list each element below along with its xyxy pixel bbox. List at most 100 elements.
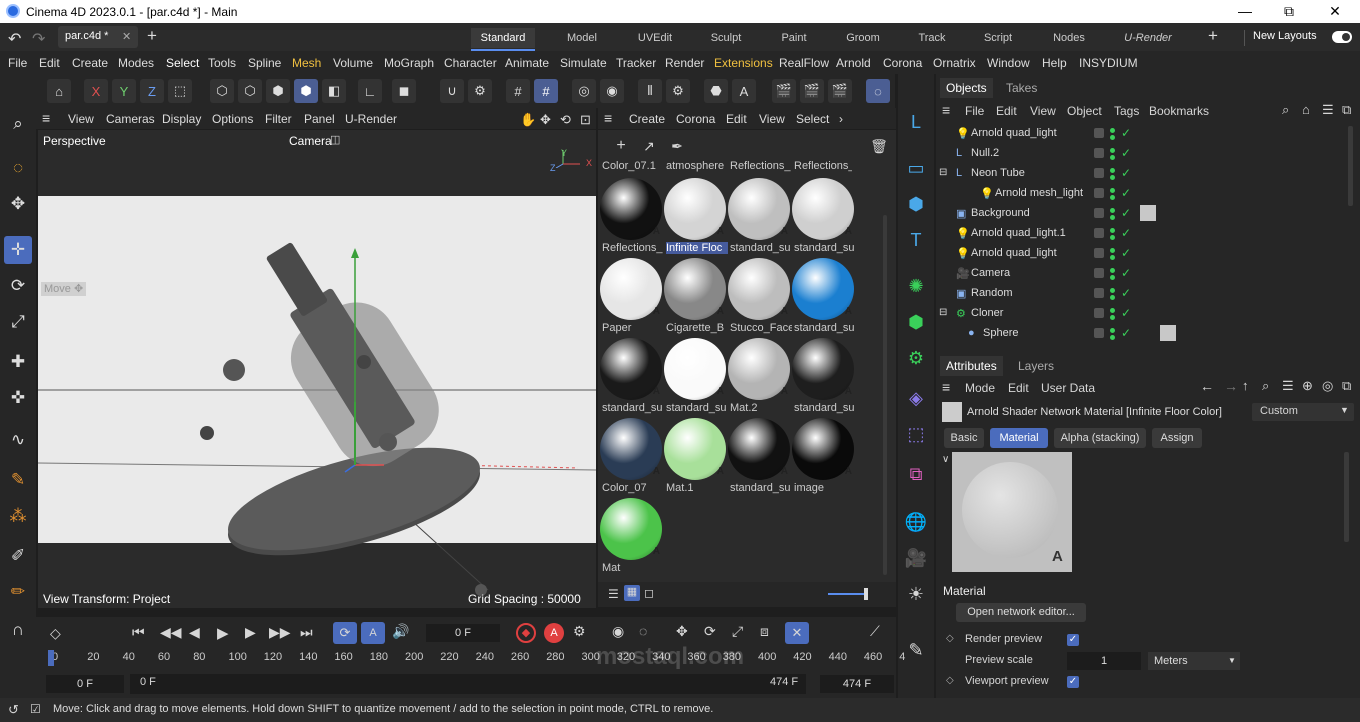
visibility-dots[interactable] — [1110, 128, 1116, 140]
home-icon[interactable]: ⌂ — [47, 79, 71, 103]
viewport-preview-checkbox[interactable]: ✓ — [1067, 676, 1079, 688]
material-swatch[interactable]: A Mat.1 — [664, 418, 726, 496]
render-icon[interactable]: ◉ — [600, 79, 624, 103]
environment-icon[interactable]: 🌐 — [902, 508, 930, 536]
move-tool-icon[interactable]: ✛ — [4, 236, 32, 264]
object-menu-view[interactable]: View — [1030, 104, 1056, 118]
sound-icon[interactable]: 🔊 — [392, 623, 409, 640]
motion-record-icon[interactable]: ◉ — [612, 623, 624, 640]
subtab-basic[interactable]: Basic — [944, 428, 984, 448]
material-tag-icon[interactable] — [1160, 325, 1176, 341]
mograph-icon[interactable]: ⧉ — [902, 460, 930, 488]
material-scrollbar[interactable] — [883, 215, 887, 575]
menu-ornatrix[interactable]: Ornatrix — [933, 56, 976, 70]
subtab-material[interactable]: Material — [990, 428, 1048, 448]
material-swatch[interactable]: A Mat — [600, 498, 662, 576]
layout-tab-u-render[interactable]: U-Render — [1118, 28, 1178, 48]
hamburger-menu-icon[interactable]: ≡ — [604, 110, 612, 126]
text-icon[interactable]: T — [902, 226, 930, 254]
playback-rate-icon[interactable]: A — [361, 622, 385, 644]
material-swatch[interactable]: A Infinite Floc — [664, 178, 728, 256]
object-menu-file[interactable]: File — [965, 104, 984, 118]
object-row[interactable]: ▣ Background ✓ — [936, 204, 1360, 224]
autokey-icon[interactable]: A — [544, 623, 564, 643]
menu-volume[interactable]: Volume — [333, 56, 373, 70]
layout-toggle[interactable] — [1332, 31, 1352, 43]
object-menu-tags[interactable]: Tags — [1114, 104, 1139, 118]
material-menu-view[interactable]: View — [759, 112, 785, 126]
enabled-check-icon[interactable]: ✓ — [1121, 186, 1131, 200]
up-arrow-icon[interactable]: ↑ — [1242, 378, 1249, 393]
perspective-viewport[interactable]: Perspective Camera ◫ Y X Z Move ✥ View T — [38, 130, 596, 608]
object-menu-object[interactable]: Object — [1067, 104, 1102, 118]
layer-icon[interactable] — [1094, 208, 1104, 218]
cloner-tool-icon[interactable]: ⁂ — [4, 502, 32, 530]
deformer-icon[interactable]: ◈ — [902, 384, 930, 412]
enabled-check-icon[interactable]: ✓ — [1121, 126, 1131, 140]
tab-takes[interactable]: Takes — [1006, 81, 1037, 95]
maximize-view-icon[interactable]: ⊡ — [580, 112, 591, 128]
layer-icon[interactable] — [1094, 188, 1104, 198]
close-window-button[interactable]: ✕ — [1320, 2, 1350, 20]
object-row[interactable]: ● Sphere ✓ — [936, 324, 1360, 344]
effector-icon[interactable]: ⚙ — [902, 344, 930, 372]
z-axis-button[interactable]: Z — [140, 79, 164, 103]
next-key-icon[interactable]: ▶▶ — [269, 624, 291, 641]
menu-realflow[interactable]: RealFlow — [779, 56, 829, 70]
redo-icon[interactable]: ↷ — [32, 29, 45, 49]
tab-layers[interactable]: Layers — [1018, 359, 1054, 373]
parameter-key-icon[interactable]: ⧈ — [760, 623, 769, 640]
attr-menu-edit[interactable]: Edit — [1008, 381, 1029, 395]
slider-handle[interactable] — [864, 588, 868, 600]
magnet-tool-icon[interactable]: ∩ — [4, 616, 32, 644]
keyframe-icon[interactable]: ◇ — [50, 625, 61, 642]
file-tab[interactable]: par.c4d * ✕ — [58, 26, 138, 48]
render-view-icon[interactable]: 🎬 — [772, 79, 796, 103]
layout-tab-groom[interactable]: Groom — [838, 28, 888, 48]
collapse-chevron-icon[interactable]: ∨ — [942, 454, 949, 465]
pan-view-icon[interactable]: ✋ — [520, 112, 536, 128]
home-icon[interactable]: ⌂ — [1302, 102, 1310, 117]
layer-icon[interactable] — [1094, 228, 1104, 238]
solo-mode-icon[interactable]: ◼ — [392, 79, 416, 103]
material-swatch[interactable]: Astandard_su — [792, 178, 855, 256]
material-swatch[interactable]: A Cigarette_B — [664, 258, 726, 336]
expand-toggle-icon[interactable]: ⊟ — [939, 167, 947, 178]
filter-icon[interactable]: ☰ — [1282, 378, 1294, 394]
tab-objects[interactable]: Objects — [940, 78, 993, 98]
hamburger-menu-icon[interactable]: ≡ — [42, 110, 50, 126]
timeline-icon[interactable]: ◌ — [639, 623, 647, 639]
render-region-icon[interactable]: ◎ — [572, 79, 596, 103]
grid-view-icon[interactable]: ▦ — [624, 585, 640, 601]
menu-edit[interactable]: Edit — [39, 56, 60, 70]
menu-tracker[interactable]: Tracker — [616, 56, 656, 70]
enabled-check-icon[interactable]: ✓ — [1121, 246, 1131, 260]
viewport-menu-view[interactable]: View — [68, 112, 94, 126]
grid-icon[interactable]: # — [506, 79, 530, 103]
menu-mesh[interactable]: Mesh — [292, 56, 321, 70]
menu-window[interactable]: Window — [987, 56, 1030, 70]
viewport-menu-panel[interactable]: Panel — [304, 112, 335, 126]
target-icon[interactable]: ◎ — [1322, 378, 1333, 394]
material-swatch[interactable]: Astandard_su — [664, 338, 727, 416]
material-swatch[interactable]: Astandard_su — [792, 258, 855, 336]
visibility-dots[interactable] — [1110, 188, 1116, 200]
new-layouts-label[interactable]: New Layouts — [1253, 30, 1317, 42]
new-window-icon[interactable]: ⧉ — [1342, 102, 1351, 118]
search-icon[interactable]: ⌕ — [1282, 102, 1289, 118]
material-menu-select[interactable]: Select — [796, 112, 829, 126]
layout-tab-standard[interactable]: Standard — [471, 28, 535, 51]
layout-tab-sculpt[interactable]: Sculpt — [701, 28, 751, 48]
axis-mode-icon[interactable]: ∟ — [358, 79, 382, 103]
object-row[interactable]: 💡 Arnold mesh_light ✓ — [936, 184, 1360, 204]
lock-icon[interactable]: ⊕ — [1302, 378, 1313, 394]
back-arrow-icon[interactable]: ← — [1200, 378, 1214, 394]
object-row[interactable]: ⊟ ⚙ Cloner ✓ — [936, 304, 1360, 324]
preview-scale-field[interactable]: 1 — [1067, 652, 1141, 670]
layer-icon[interactable] — [1094, 328, 1104, 338]
undo-icon[interactable]: ↶ — [8, 29, 21, 49]
viewport-menu-display[interactable]: Display — [162, 112, 201, 126]
open-network-editor-button[interactable]: Open network editor... — [956, 603, 1086, 622]
add-tab-icon[interactable]: + — [147, 26, 157, 46]
light-icon[interactable]: ☀ — [902, 580, 930, 608]
